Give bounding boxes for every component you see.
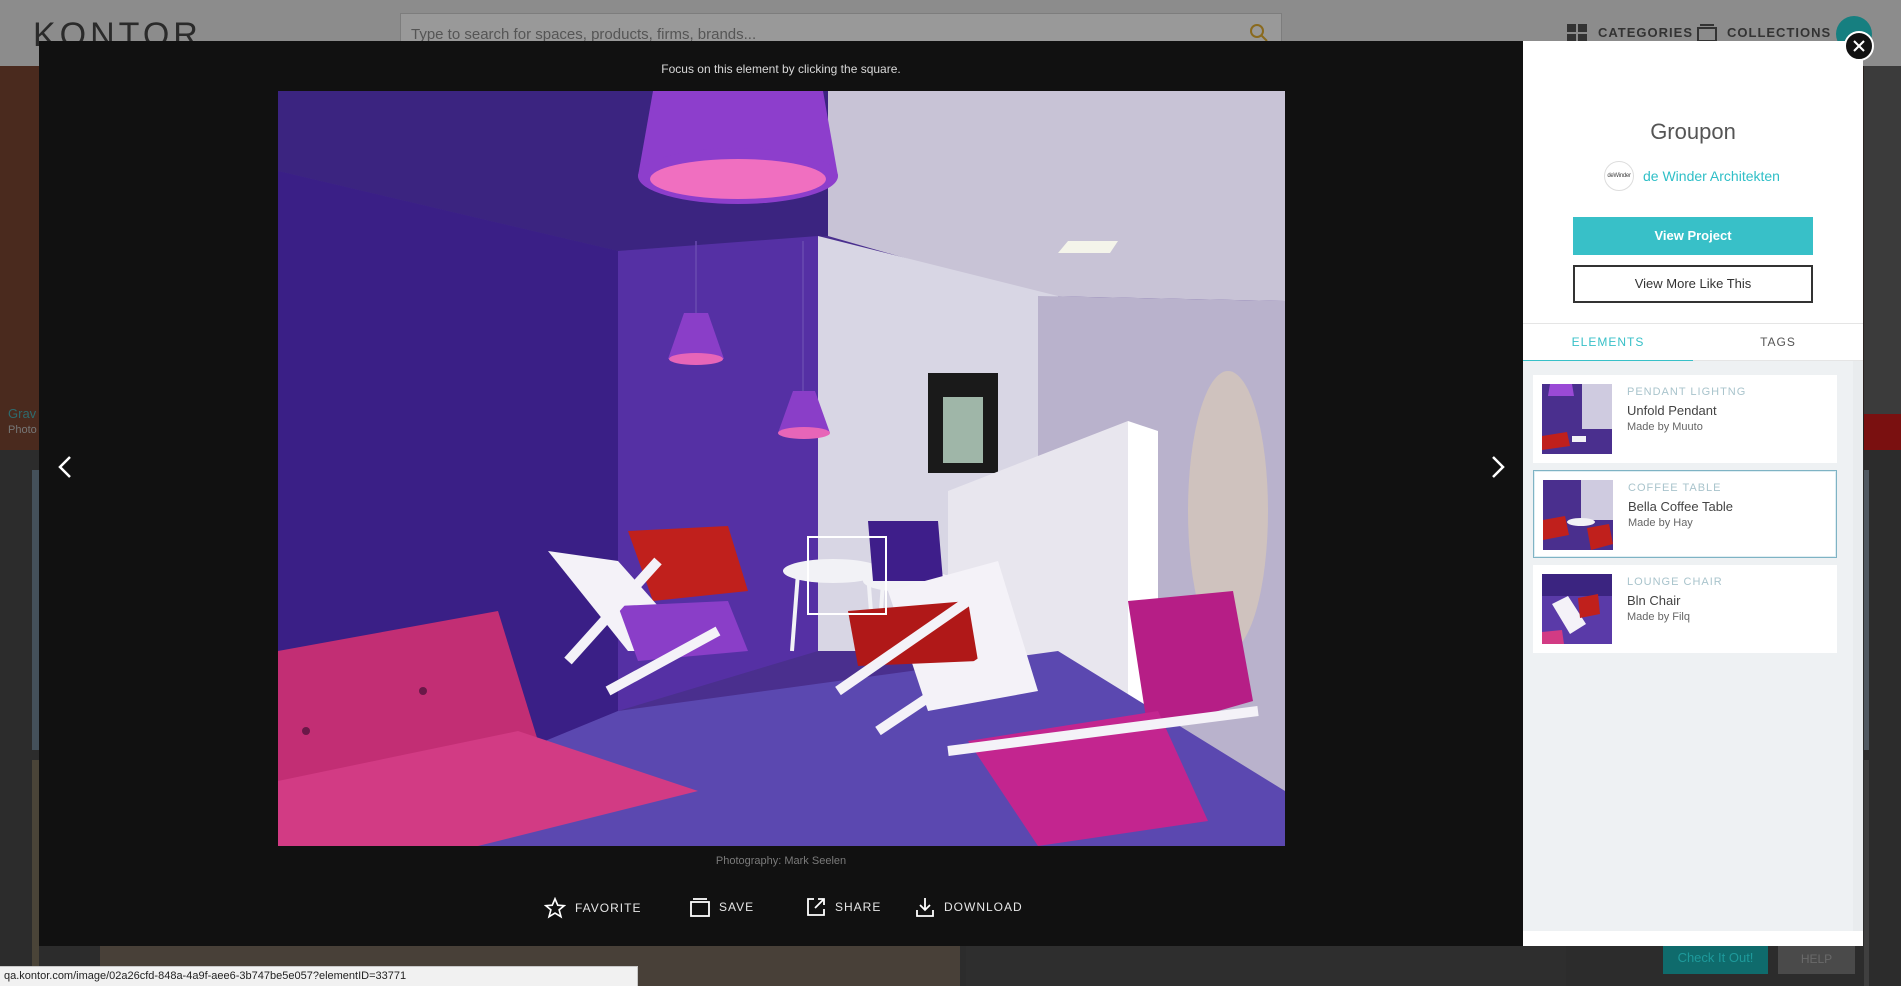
- firm-link[interactable]: deWinder de Winder Architekten: [1604, 161, 1780, 191]
- share-icon: [807, 898, 825, 916]
- element-thumbnail: [1542, 384, 1612, 454]
- element-name: Unfold Pendant: [1627, 403, 1717, 418]
- thumbnail-image: [1543, 480, 1613, 550]
- thumbnail-image: [1542, 574, 1612, 644]
- download-label: DOWNLOAD: [944, 900, 1023, 914]
- element-category: COFFEE TABLE: [1628, 482, 1722, 494]
- background-nav-collections: COLLECTIONS: [1727, 25, 1832, 40]
- element-maker: Made by Muuto: [1627, 421, 1703, 433]
- view-project-button[interactable]: View Project: [1573, 217, 1813, 255]
- photo-small-pendant-glow: [669, 353, 723, 365]
- background-tile: [1864, 760, 1869, 986]
- element-card-pendant[interactable]: PENDANT LIGHTNG Unfold Pendant Made by M…: [1533, 375, 1837, 463]
- thumb-chair: [1578, 594, 1600, 618]
- view-more-like-this-button[interactable]: View More Like This: [1573, 265, 1813, 303]
- photo-small-pendant-glow: [778, 427, 830, 439]
- search-icon: [1250, 24, 1268, 42]
- elements-list: PENDANT LIGHTNG Unfold Pendant Made by M…: [1523, 361, 1863, 931]
- thumb-ceiling: [1542, 574, 1612, 596]
- background-hero-caption: Grav: [8, 406, 37, 421]
- element-thumbnail: [1543, 480, 1613, 550]
- thumb-sofa: [1542, 630, 1564, 644]
- download-icon: [916, 898, 934, 917]
- tab-tags[interactable]: TAGS: [1693, 324, 1863, 362]
- project-sidebar: Groupon deWinder de Winder Architekten V…: [1523, 41, 1863, 946]
- focus-hint: Focus on this element by clicking the sq…: [661, 62, 901, 76]
- collection-icon: [690, 898, 710, 917]
- thumb-table: [1567, 518, 1595, 526]
- background-tile: [966, 946, 1566, 986]
- share-label: SHARE: [835, 900, 882, 914]
- tab-elements[interactable]: ELEMENTS: [1523, 324, 1693, 362]
- status-bar-url: qa.kontor.com/image/02a26cfd-848a-4a9f-a…: [0, 966, 638, 986]
- element-maker: Made by Filq: [1627, 611, 1690, 623]
- favorite-label: FAVORITE: [575, 901, 642, 915]
- element-name: Bella Coffee Table: [1628, 499, 1734, 514]
- image-lightbox: Focus on this element by clicking the sq…: [39, 41, 1523, 946]
- element-category: PENDANT LIGHTNG: [1627, 386, 1747, 398]
- element-card-coffee-table[interactable]: COFFEE TABLE Bella Coffee Table Made by …: [1533, 470, 1837, 558]
- photo-sofa-button: [419, 687, 427, 695]
- background-tile: [32, 470, 39, 750]
- background-hero-caption-sub: Photo: [8, 424, 37, 436]
- chevron-right-icon: [1492, 456, 1505, 478]
- chevron-left-icon: [58, 456, 71, 478]
- photo-ceiling-light: [1058, 241, 1118, 253]
- thumbnail-image: [1542, 384, 1612, 454]
- background-tile: [1864, 470, 1869, 750]
- project-title: Groupon: [1650, 119, 1736, 144]
- background-hero-right: [1864, 66, 1901, 450]
- collections-icon: [1697, 24, 1717, 42]
- save-button[interactable]: SAVE: [690, 897, 754, 917]
- background-nav-categories: CATEGORIES: [1598, 25, 1693, 40]
- background-hero-accent: [1864, 414, 1901, 450]
- photo-credit: Photography: Mark Seelen: [715, 855, 847, 867]
- element-category: LOUNGE CHAIR: [1627, 576, 1723, 588]
- close-lightbox-button[interactable]: [1844, 31, 1874, 61]
- previous-image-button[interactable]: [50, 447, 80, 487]
- element-card-lounge-chair[interactable]: LOUNGE CHAIR Bln Chair Made by Filq: [1533, 565, 1837, 653]
- close-icon: [1853, 40, 1865, 52]
- firm-logo: deWinder: [1604, 161, 1634, 191]
- thumb-pendant: [1548, 384, 1574, 396]
- element-focus-square[interactable]: [807, 536, 887, 615]
- background-check-it-out-button: Check It Out!: [1663, 942, 1768, 974]
- save-label: SAVE: [719, 900, 755, 914]
- firm-name: de Winder Architekten: [1643, 168, 1780, 184]
- sidebar-tabs: ELEMENTS TAGS: [1523, 323, 1863, 362]
- background-help-button: HELP: [1778, 944, 1855, 974]
- thumb-wall: [1582, 384, 1612, 429]
- element-name: Bln Chair: [1627, 593, 1681, 608]
- background-tile: [32, 760, 39, 986]
- thumb-wall: [1581, 480, 1613, 520]
- element-maker: Made by Hay: [1628, 517, 1693, 529]
- element-thumbnail: [1542, 574, 1612, 644]
- thumb-table: [1572, 436, 1586, 442]
- download-button[interactable]: DOWNLOAD: [915, 897, 1023, 917]
- star-icon: [544, 897, 566, 919]
- favorite-button[interactable]: FAVORITE: [544, 897, 641, 919]
- next-image-button[interactable]: [1483, 447, 1513, 487]
- project-photo: [278, 91, 1285, 846]
- background-hero-left: [0, 66, 40, 450]
- photo-sofa-button: [302, 727, 310, 735]
- sidebar-scrollbar[interactable]: [1853, 361, 1863, 931]
- photo-door-window: [943, 397, 983, 463]
- share-button[interactable]: SHARE: [806, 897, 881, 917]
- grid-icon: [1567, 24, 1587, 42]
- photo-large-pendant-glow: [650, 159, 826, 199]
- photo-illustration: [278, 91, 1285, 846]
